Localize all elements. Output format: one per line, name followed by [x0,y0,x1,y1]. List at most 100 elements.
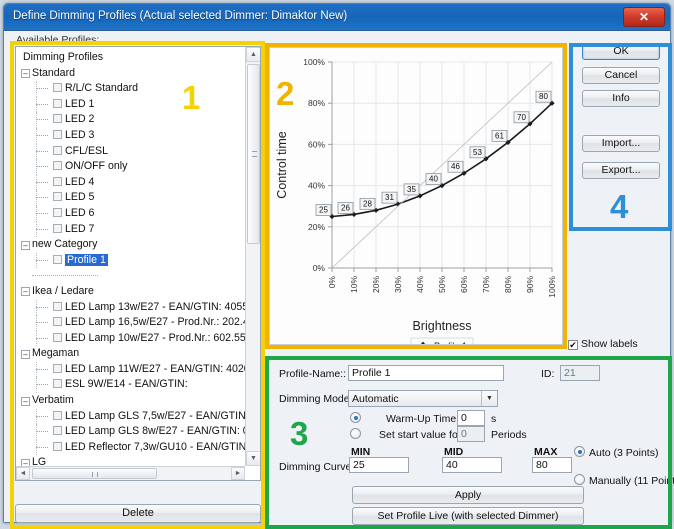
checkbox-icon[interactable] [53,176,62,186]
tree-item[interactable]: R/L/C Standard [20,81,245,97]
scroll-up-icon[interactable]: ▲ [246,47,260,62]
tree-group[interactable]: – Standard [20,66,245,82]
auto-points-label: Auto (3 Points) [589,447,659,459]
cancel-button[interactable]: Cancel [582,67,660,84]
checkbox-icon[interactable] [53,129,62,139]
set-profile-live-button[interactable]: Set Profile Live (with selected Dimmer) [352,507,584,525]
collapse-icon[interactable]: – [21,396,30,406]
scroll-left-icon[interactable]: ◄ [16,467,30,480]
show-labels-checkbox[interactable]: ✔ Show labels [568,338,638,350]
tree-item[interactable]: LED 4 [20,174,245,191]
checkbox-icon[interactable] [53,161,62,171]
tree-group[interactable]: Dimming Profiles [20,50,245,66]
collapse-icon[interactable]: – [21,458,30,466]
checkbox-icon[interactable] [53,332,62,342]
horizontal-scroll-thumb[interactable] [32,468,157,479]
tree-item[interactable]: LED 5 [20,190,245,206]
checkbox-icon[interactable] [53,379,62,389]
export-button[interactable]: Export... [582,162,660,179]
tree-group[interactable]: – Ikea / Ledare [20,284,245,300]
manual-points-radio[interactable] [574,474,585,485]
collapse-icon[interactable]: – [21,240,30,250]
tree-vertical-scrollbar[interactable]: ▲ ▼ [245,47,260,466]
tree-item[interactable]: LED 1 [20,96,245,113]
max-input[interactable]: 80 [532,457,572,473]
tree-item-label: Standard [32,66,75,79]
tree-item[interactable]: LED Lamp GLS 8w/E27 - EAN/GTIN: 002394 [20,424,245,440]
scroll-down-icon[interactable]: ▼ [246,451,260,466]
svg-text:70%: 70% [481,276,491,293]
scroll-right-icon[interactable]: ► [231,467,245,480]
checkbox-icon[interactable] [53,114,62,124]
tree-group[interactable]: – LG [20,455,245,466]
svg-text:30%: 30% [393,276,403,293]
vertical-scroll-thumb[interactable] [247,64,260,244]
apply-button[interactable]: Apply [352,486,584,504]
tree-item[interactable]: LED 6 [20,205,245,222]
checkbox-icon[interactable] [53,317,62,327]
tree-item[interactable]: CFL/ESL [20,143,245,160]
checkbox-icon[interactable] [53,254,62,264]
tree-item[interactable]: LED Lamp 13w/E27 - EAN/GTIN: 405566901 [20,299,245,316]
tree-group[interactable] [20,268,245,284]
profiles-tree[interactable]: Dimming Profiles – Standard R/L/C Standard L… [16,47,245,466]
tree-item-label: R/L/C Standard [65,82,139,95]
startvalue-input[interactable]: 0 [457,426,485,442]
tree-item[interactable]: LED 3 [20,127,245,144]
checkbox-icon[interactable] [53,83,62,93]
startvalue-label: Set start value for [379,429,462,441]
tree-item[interactable]: LED Lamp 16,5w/E27 - Prod.Nr.: 202.492.2… [20,315,245,331]
auto-points-radio[interactable] [574,446,585,457]
checkbox-icon[interactable] [53,301,62,311]
tree-group[interactable]: – Verbatim [20,393,245,409]
warmup-radio[interactable] [350,412,361,423]
checkbox-icon[interactable] [53,441,62,451]
tree-item[interactable]: LED Lamp 10w/E27 - Prod.Nr.: 602.553.62 [20,330,245,347]
tree-item[interactable]: LED 2 [20,112,245,128]
import-button[interactable]: Import... [582,135,660,152]
tree-item-label: LED 4 [65,175,95,188]
profile-name-input[interactable]: Profile 1 [348,365,504,381]
delete-button[interactable]: Delete [15,504,261,523]
min-input[interactable]: 25 [349,457,409,473]
checkbox-icon[interactable] [53,410,62,420]
tree-item[interactable]: LED 7 [20,221,245,238]
tree-horizontal-scrollbar[interactable]: ◄ ► [16,466,245,480]
checkbox-icon[interactable] [53,223,62,233]
mid-input[interactable]: 40 [442,457,502,473]
info-button[interactable]: Info [582,90,660,107]
tree-item[interactable]: LED Lamp GLS 7,5w/E27 - EAN/GTIN: 0239 [20,408,245,425]
checkbox-icon[interactable] [53,192,62,202]
warmup-input[interactable]: 0 [457,410,485,426]
tree-separator [32,275,98,277]
close-icon[interactable]: ✕ [623,7,665,27]
profiles-tree-panel[interactable]: Dimming Profiles – Standard R/L/C Standard L… [15,46,261,481]
collapse-icon[interactable]: – [21,349,30,359]
checkbox-icon[interactable] [53,145,62,155]
tree-line [36,119,48,121]
tree-item-label: LED 2 [65,113,95,126]
checkbox-icon[interactable] [53,363,62,373]
tree-item[interactable]: LED Reflector 7,3w/GU10 - EAN/GTIN: 0239 [20,439,245,456]
collapse-icon[interactable]: – [21,287,30,297]
dimming-mode-select[interactable]: Automatic ▼ [348,390,498,407]
collapse-icon[interactable]: – [21,69,30,79]
checkbox-icon[interactable]: ✔ [568,340,578,350]
startvalue-radio[interactable] [350,428,361,439]
ok-button[interactable]: OK [582,43,660,60]
tree-group[interactable]: – new Category [20,237,245,253]
checkbox-icon[interactable] [53,98,62,108]
tree-item[interactable]: Profile 1 [20,252,245,269]
svg-text:90%: 90% [525,276,535,293]
tree-item[interactable]: LED Lamp 11W/E27 - EAN/GTIN: 402085600 [20,361,245,378]
tree-line [36,322,48,324]
checkbox-icon[interactable] [53,207,62,217]
tree-group[interactable]: – Megaman [20,346,245,362]
chevron-down-icon[interactable]: ▼ [481,391,497,406]
svg-text:40%: 40% [415,276,425,293]
tree-item-label: LED Lamp 16,5w/E27 - Prod.Nr.: 202.492.2… [65,316,245,329]
tree-item[interactable]: ON/OFF only [20,159,245,175]
tree-line [36,384,48,386]
checkbox-icon[interactable] [53,426,62,436]
tree-item[interactable]: ESL 9W/E14 - EAN/GTIN: [20,377,245,394]
